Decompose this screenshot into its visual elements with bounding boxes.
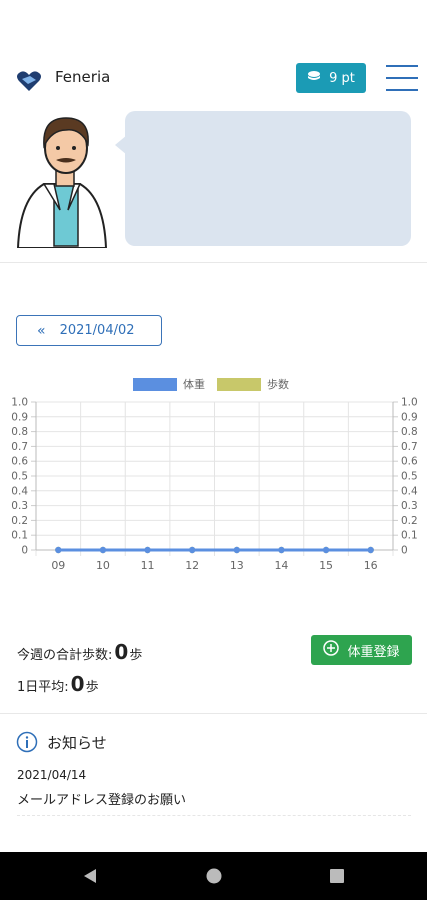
info-icon <box>16 731 38 753</box>
x-axis-tick-label: 11 <box>141 559 155 572</box>
hamburger-menu-icon[interactable] <box>386 65 418 91</box>
daily-average-label: 1日平均: <box>17 680 69 695</box>
recent-apps-icon[interactable] <box>329 868 345 888</box>
y-axis-tick-label-left: 0.1 <box>11 530 28 542</box>
points-value: 9 pt <box>329 70 355 86</box>
weekly-steps-value: 0 <box>114 640 129 664</box>
notice-divider <box>17 815 411 816</box>
coin-stack-icon <box>307 70 321 86</box>
y-axis-tick-label-left: 1.0 <box>11 397 28 409</box>
weekly-chart: 1.0 1.0 0.9 0.9 0.8 0.8 0.7 0.7 0.6 0.6 0.5 0.5 0.4 0… <box>11 397 418 573</box>
plus-circle-icon <box>323 640 340 660</box>
y-axis-tick-label-left: 0.5 <box>11 471 28 483</box>
daily-average-row: 1日平均: 0歩 <box>17 672 99 696</box>
app-logo-icon <box>16 70 42 92</box>
x-axis-tick-label: 14 <box>274 559 288 572</box>
x-axis-tick-label: 12 <box>185 559 199 572</box>
x-axis-tick-label: 16 <box>364 559 378 572</box>
y-axis-tick-label-left: 0 <box>21 545 28 557</box>
y-axis-tick-label-right: 0.3 <box>401 500 418 512</box>
chart-legend: 体重 歩数 <box>133 376 301 392</box>
double-chevron-left-icon: « <box>37 322 46 339</box>
y-axis-tick-label-left: 0.6 <box>11 456 28 468</box>
home-icon[interactable] <box>206 868 222 888</box>
y-axis-tick-label-right: 0.8 <box>401 426 418 438</box>
weekly-steps-label: 今週の合計歩数: <box>17 648 113 663</box>
y-axis-tick-label-left: 0.8 <box>11 426 28 438</box>
y-axis-tick-label-left: 0.9 <box>11 411 28 423</box>
daily-average-unit: 歩 <box>85 680 99 695</box>
notice-text[interactable]: メールアドレス登録のお願い <box>17 789 186 808</box>
legend-item-weight[interactable]: 体重 <box>133 376 205 392</box>
data-point-体重 <box>144 546 151 554</box>
legend-swatch-weight <box>133 377 177 391</box>
y-axis-tick-label-right: 0.7 <box>401 441 418 453</box>
y-axis-tick-label-right: 0.1 <box>401 530 418 542</box>
data-point-体重 <box>55 546 62 554</box>
y-axis-tick-label-left: 0.4 <box>11 485 28 497</box>
weekly-steps-unit: 歩 <box>129 648 143 663</box>
notice-title: お知らせ <box>47 734 107 752</box>
points-badge[interactable]: 9 pt <box>296 63 366 93</box>
doctor-avatar <box>14 110 110 249</box>
data-point-体重 <box>233 546 241 554</box>
divider <box>0 713 427 714</box>
x-axis-tick-label: 13 <box>230 559 244 572</box>
previous-date-button[interactable]: « 2021/04/02 <box>16 315 162 346</box>
data-point-体重 <box>278 546 285 554</box>
data-point-体重 <box>367 546 374 554</box>
notice-date[interactable]: 2021/04/14 <box>17 768 86 782</box>
y-axis-tick-label-left: 0.3 <box>11 500 28 512</box>
data-point-体重 <box>322 546 330 554</box>
x-axis-tick-label: 15 <box>319 559 333 572</box>
daily-average-value: 0 <box>70 672 85 696</box>
y-axis-tick-label-right: 0.2 <box>401 515 418 527</box>
legend-item-steps[interactable]: 歩数 <box>217 376 289 392</box>
legend-swatch-steps <box>217 377 261 391</box>
y-axis-tick-label-right: 0.4 <box>401 485 418 497</box>
speech-bubble <box>125 111 411 246</box>
system-navigation-bar <box>0 852 427 900</box>
divider <box>0 262 427 263</box>
legend-label-weight: 体重 <box>183 378 205 391</box>
y-axis-tick-label-right: 1.0 <box>401 397 418 409</box>
y-axis-tick-label-left: 0.2 <box>11 515 28 527</box>
weekly-steps-row: 今週の合計歩数: 0歩 <box>17 640 142 664</box>
y-axis-tick-label-right: 0 <box>401 545 408 557</box>
x-axis-tick-label: 09 <box>51 559 65 572</box>
register-weight-button[interactable]: 体重登録 <box>311 635 412 665</box>
current-date: 2021/04/02 <box>59 323 135 338</box>
app-title: Feneria <box>55 68 111 86</box>
y-axis-tick-label-right: 0.6 <box>401 456 418 468</box>
data-point-体重 <box>99 546 107 554</box>
y-axis-tick-label-right: 0.9 <box>401 411 418 423</box>
register-weight-label: 体重登録 <box>347 644 400 660</box>
data-point-体重 <box>188 546 196 554</box>
back-icon[interactable] <box>82 868 98 888</box>
x-axis-tick-label: 10 <box>96 559 110 572</box>
legend-label-steps: 歩数 <box>267 378 289 391</box>
y-axis-tick-label-left: 0.7 <box>11 441 28 453</box>
y-axis-tick-label-right: 0.5 <box>401 471 418 483</box>
